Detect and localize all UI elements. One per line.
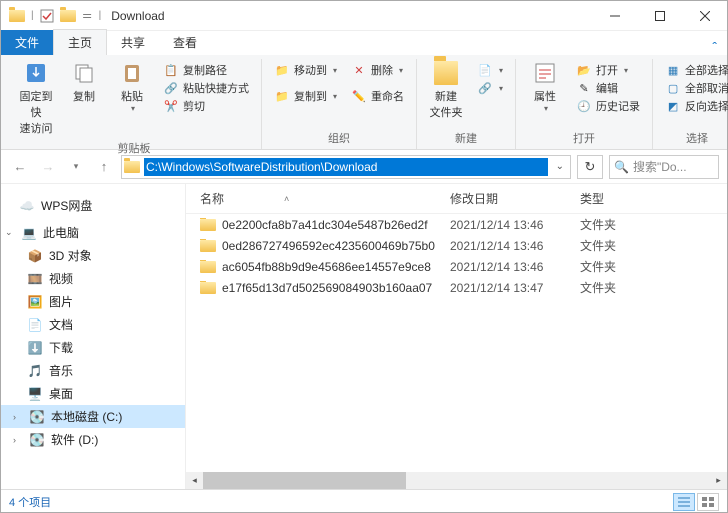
cube-icon: 📦: [27, 248, 43, 264]
organize-col1: 📁移动到▾ 📁复制到▾: [270, 59, 341, 107]
col-date[interactable]: 修改日期: [450, 190, 580, 207]
sidebar-item[interactable]: 📄文档: [1, 313, 185, 336]
sidebar-item[interactable]: 🎞️视频: [1, 267, 185, 290]
image-icon: 🖼️: [27, 294, 43, 310]
col-name[interactable]: 名称: [200, 190, 224, 207]
pin-button[interactable]: 固定到快 速访问: [15, 59, 57, 138]
video-icon: 🎞️: [27, 271, 43, 287]
col-type[interactable]: 类型: [580, 190, 719, 207]
select-group-label: 选择: [686, 128, 708, 149]
address-bar[interactable]: ⌄: [121, 155, 571, 179]
table-row[interactable]: e17f65d13d7d502569084903b160aa072021/12/…: [186, 277, 727, 298]
address-folder-icon: [124, 161, 140, 173]
cut-button[interactable]: ✂️剪切: [163, 97, 205, 115]
new-folder-button[interactable]: 新建 文件夹: [425, 59, 467, 122]
invert-selection-button[interactable]: ◩反向选择: [665, 97, 728, 115]
folder-icon: [200, 282, 216, 294]
horizontal-scrollbar[interactable]: ◂ ▸: [186, 472, 727, 489]
back-button[interactable]: ←: [9, 156, 31, 178]
copy-to-button[interactable]: 📁复制到▾: [274, 87, 337, 105]
sidebar-item[interactable]: 🖥️桌面: [1, 382, 185, 405]
help-button[interactable]: ˆ: [712, 39, 717, 55]
sidebar-local-disk[interactable]: ›💽本地磁盘 (C:): [1, 405, 185, 428]
clipboard-extra: 📋复制路径 🔗粘贴快捷方式 ✂️剪切: [159, 59, 253, 117]
move-to-button[interactable]: 📁移动到▾: [274, 61, 337, 79]
paste-button[interactable]: 粘贴▾: [111, 59, 153, 115]
music-icon: 🎵: [27, 363, 43, 379]
tab-file[interactable]: 文件: [1, 30, 53, 55]
copy-button[interactable]: 复制: [63, 59, 105, 106]
table-row[interactable]: 0e2200cfa8b7a41dc304e5487b26ed2f2021/12/…: [186, 214, 727, 235]
sidebar[interactable]: ☁️WPS网盘 ⌄💻此电脑 📦3D 对象🎞️视频🖼️图片📄文档⬇️下载🎵音乐🖥️…: [1, 184, 186, 489]
sidebar-item[interactable]: ⬇️下载: [1, 336, 185, 359]
scroll-thumb[interactable]: [203, 472, 406, 489]
sidebar-item[interactable]: 📦3D 对象: [1, 244, 185, 267]
open-group-label: 打开: [573, 128, 595, 149]
checkbox-icon[interactable]: [40, 9, 54, 23]
sidebar-item[interactable]: 🖼️图片: [1, 290, 185, 313]
close-button[interactable]: [682, 1, 727, 31]
download-icon: ⬇️: [27, 340, 43, 356]
sidebar-item[interactable]: 🎵音乐: [1, 359, 185, 382]
qat-overflow[interactable]: ＝: [82, 8, 93, 24]
recent-dropdown[interactable]: ▾: [65, 156, 87, 178]
search-box[interactable]: 🔍 搜索"Do...: [609, 155, 719, 179]
open-extra: 📂打开▾ ✎编辑 🕘历史记录: [572, 59, 644, 117]
sidebar-wps[interactable]: ☁️WPS网盘: [1, 194, 185, 217]
qat-sep: |: [31, 10, 34, 21]
select-none-button[interactable]: ▢全部取消: [665, 79, 728, 97]
folder-icon: [200, 219, 216, 231]
delete-button[interactable]: ✕删除▾: [351, 61, 403, 79]
doc-icon: 📄: [27, 317, 43, 333]
address-input[interactable]: [144, 158, 548, 176]
organize-col2: ✕删除▾ ✏️重命名: [347, 59, 408, 107]
status-text: 4 个项目: [9, 494, 51, 510]
scroll-left[interactable]: ◂: [186, 472, 203, 489]
address-dropdown[interactable]: ⌄: [552, 161, 568, 172]
open-button[interactable]: 📂打开▾: [576, 61, 628, 79]
new-extra: 📄▾ 🔗▾: [473, 59, 507, 99]
sort-indicator: ˄: [284, 194, 289, 204]
folder-icon: [200, 240, 216, 252]
search-placeholder: 搜索"Do...: [633, 158, 687, 175]
qat-folder-icon[interactable]: [60, 10, 76, 22]
column-headers[interactable]: 名称 ˄ 修改日期 类型: [186, 184, 727, 214]
tab-view[interactable]: 查看: [159, 30, 211, 55]
view-details-button[interactable]: [673, 493, 695, 511]
new-group-label: 新建: [455, 128, 477, 149]
window-title: Download: [101, 9, 164, 23]
rename-button[interactable]: ✏️重命名: [351, 87, 404, 105]
edit-button[interactable]: ✎编辑: [576, 79, 618, 97]
copy-path-button[interactable]: 📋复制路径: [163, 61, 227, 79]
folder-icon: [200, 261, 216, 273]
table-row[interactable]: ac6054fb88b9d9e45686ee14557e9ce82021/12/…: [186, 256, 727, 277]
select-extra: ▦全部选择 ▢全部取消 ◩反向选择: [661, 59, 728, 117]
file-list[interactable]: 0e2200cfa8b7a41dc304e5487b26ed2f2021/12/…: [186, 214, 727, 472]
up-button[interactable]: ↑: [93, 156, 115, 178]
desktop-icon: 🖥️: [27, 386, 43, 402]
refresh-button[interactable]: ↻: [577, 155, 603, 179]
properties-button[interactable]: 属性▾: [524, 59, 566, 115]
history-button[interactable]: 🕘历史记录: [576, 97, 640, 115]
easy-access-button[interactable]: 🔗▾: [477, 79, 503, 97]
organize-group-label: 组织: [328, 128, 350, 149]
minimize-button[interactable]: [592, 1, 637, 31]
paste-shortcut-button[interactable]: 🔗粘贴快捷方式: [163, 79, 249, 97]
forward-button[interactable]: →: [37, 156, 59, 178]
tab-share[interactable]: 共享: [107, 30, 159, 55]
sidebar-soft-disk[interactable]: ›💽软件 (D:): [1, 428, 185, 451]
view-icons-button[interactable]: [697, 493, 719, 511]
scroll-right[interactable]: ▸: [710, 472, 727, 489]
select-all-button[interactable]: ▦全部选择: [665, 61, 728, 79]
tab-home[interactable]: 主页: [53, 29, 107, 55]
app-icon: [9, 10, 25, 22]
search-icon: 🔍: [614, 160, 629, 174]
sidebar-this-pc[interactable]: ⌄💻此电脑: [1, 221, 185, 244]
maximize-button[interactable]: [637, 1, 682, 31]
new-item-button[interactable]: 📄▾: [477, 61, 503, 79]
table-row[interactable]: 0ed286727496592ec4235600469b75b02021/12/…: [186, 235, 727, 256]
